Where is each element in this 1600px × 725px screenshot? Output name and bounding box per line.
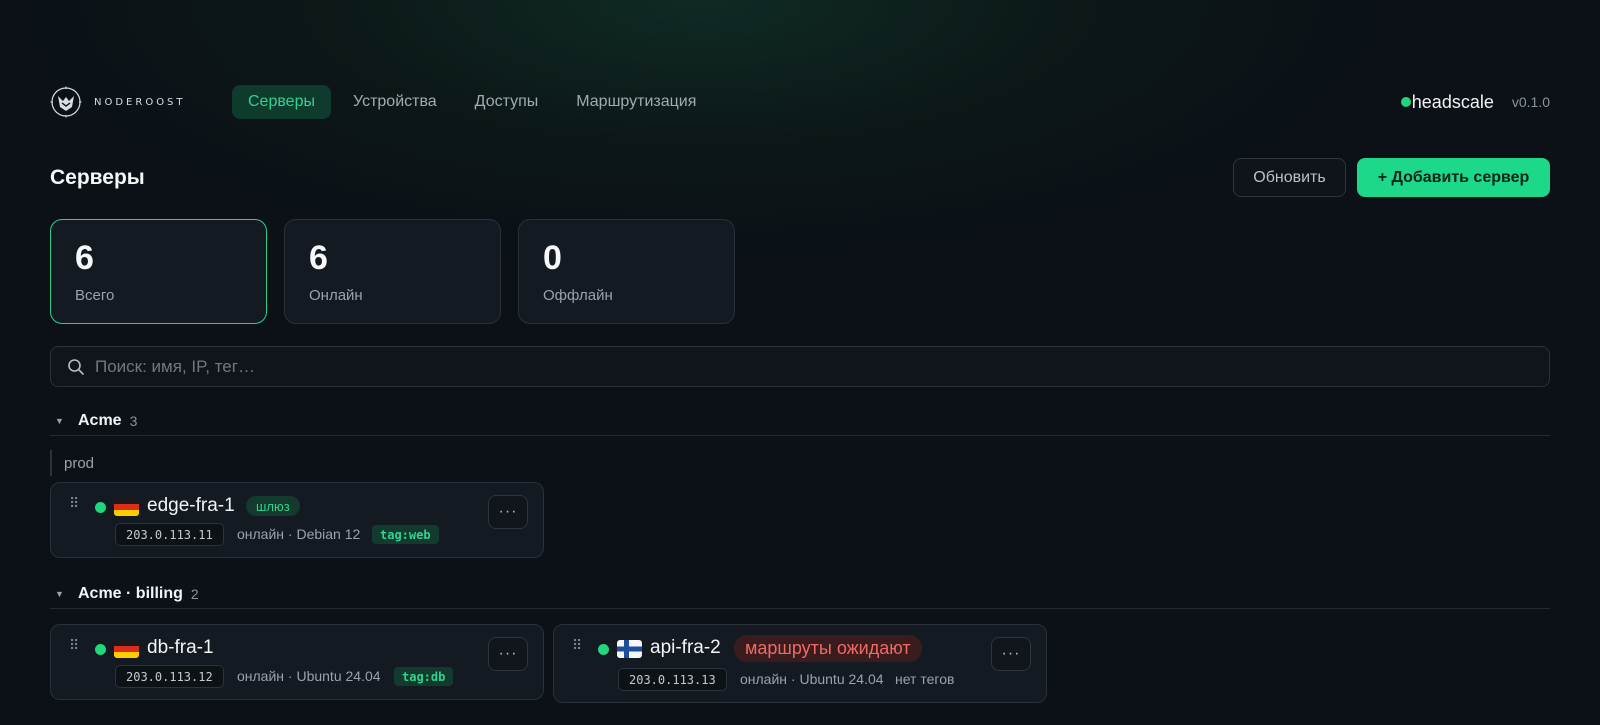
germany-flag-icon (114, 640, 139, 658)
routes-pending-badge: маршруты ожидают (734, 635, 922, 662)
online-status-dot (95, 644, 106, 655)
stat-card-offline[interactable]: 0 Оффлайн (518, 219, 735, 324)
server-ip: 203.0.113.12 (115, 665, 224, 688)
group-header-acme[interactable]: ▼ Acme 3 (50, 406, 1550, 436)
server-menu-button[interactable]: ··· (488, 495, 528, 529)
search-input[interactable] (95, 356, 1495, 377)
main-nav: Серверы Устройства Доступы Маршрутизация (232, 85, 712, 119)
stat-value: 0 (543, 239, 562, 277)
stat-label: Всего (75, 287, 115, 305)
connection-status-dot (1400, 97, 1411, 107)
group-name: Acme · billing (78, 584, 183, 602)
subgroup-label: prod (50, 450, 94, 476)
server-menu-button[interactable]: ··· (488, 637, 528, 671)
server-tag[interactable]: tag:db (394, 667, 454, 686)
online-status-dot (95, 502, 106, 513)
search-bar (50, 346, 1550, 387)
server-card-db-fra-1[interactable]: ⠿ db-fra-1 203.0.113.12 онлайн · Ubuntu … (50, 624, 544, 700)
brand-logo[interactable]: NODEROOST (50, 86, 222, 118)
no-tags-label: нет тегов (895, 671, 955, 687)
top-navigation-bar: NODEROOST Серверы Устройства Доступы Мар… (50, 82, 1550, 122)
drag-handle-icon[interactable]: ⠿ (69, 495, 79, 512)
server-meta: онлайн · Ubuntu 24.04 (237, 668, 381, 684)
nav-tab-devices[interactable]: Устройства (337, 85, 453, 119)
server-ip: 203.0.113.13 (618, 668, 727, 691)
brand-name: NODEROOST (94, 96, 186, 108)
germany-flag-icon (114, 498, 139, 516)
refresh-button[interactable]: Обновить (1233, 158, 1346, 197)
app-root: NODEROOST Серверы Устройства Доступы Мар… (50, 0, 1550, 725)
collapse-caret-icon[interactable]: ▼ (50, 416, 78, 426)
nav-tab-access[interactable]: Доступы (459, 85, 555, 119)
search-icon (68, 358, 84, 375)
finland-flag-icon (617, 640, 642, 658)
add-server-button[interactable]: + Добавить сервер (1357, 158, 1550, 197)
drag-handle-icon[interactable]: ⠿ (572, 637, 582, 654)
group-count: 2 (190, 585, 199, 602)
collapse-caret-icon[interactable]: ▼ (50, 589, 78, 599)
stat-label: Оффлайн (543, 287, 613, 305)
server-meta: онлайн · Debian 12 (237, 526, 361, 542)
server-menu-button[interactable]: ··· (991, 637, 1031, 671)
online-status-dot (598, 644, 609, 655)
stat-value: 6 (309, 239, 328, 277)
server-meta: онлайн · Ubuntu 24.04 (740, 671, 884, 687)
stat-label: Онлайн (309, 287, 363, 305)
control-server-indicator: headscale (1400, 91, 1494, 113)
connection-info: headscale v0.1.0 (1400, 91, 1550, 113)
gateway-badge: шлюз (246, 496, 300, 516)
app-version: v0.1.0 (1511, 94, 1550, 110)
drag-handle-icon[interactable]: ⠿ (69, 637, 79, 654)
group-header-acme-billing[interactable]: ▼ Acme · billing 2 (50, 579, 1550, 609)
stat-card-total[interactable]: 6 Всего (50, 219, 267, 324)
server-name: api-fra-2 (650, 637, 721, 658)
group-name: Acme (78, 411, 122, 429)
server-tag[interactable]: tag:web (372, 525, 439, 544)
group-count: 3 (129, 412, 138, 429)
server-card-edge-fra-1[interactable]: ⠿ edge-fra-1 шлюз 203.0.113.11 онлайн · … (50, 482, 544, 558)
stat-value: 6 (75, 239, 94, 277)
server-ip: 203.0.113.11 (115, 523, 224, 546)
nav-tab-servers[interactable]: Серверы (232, 85, 331, 119)
nav-tab-routing[interactable]: Маршрутизация (560, 85, 712, 119)
stat-card-online[interactable]: 6 Онлайн (284, 219, 501, 324)
server-card-api-fra-2[interactable]: ⠿ api-fra-2 маршруты ожидают 203.0.113.1… (553, 624, 1047, 703)
server-name: edge-fra-1 (147, 495, 235, 516)
control-server-name: headscale (1411, 91, 1494, 112)
page-title: Серверы (50, 166, 145, 189)
brand-logo-icon (50, 86, 82, 118)
server-name: db-fra-1 (147, 637, 214, 658)
